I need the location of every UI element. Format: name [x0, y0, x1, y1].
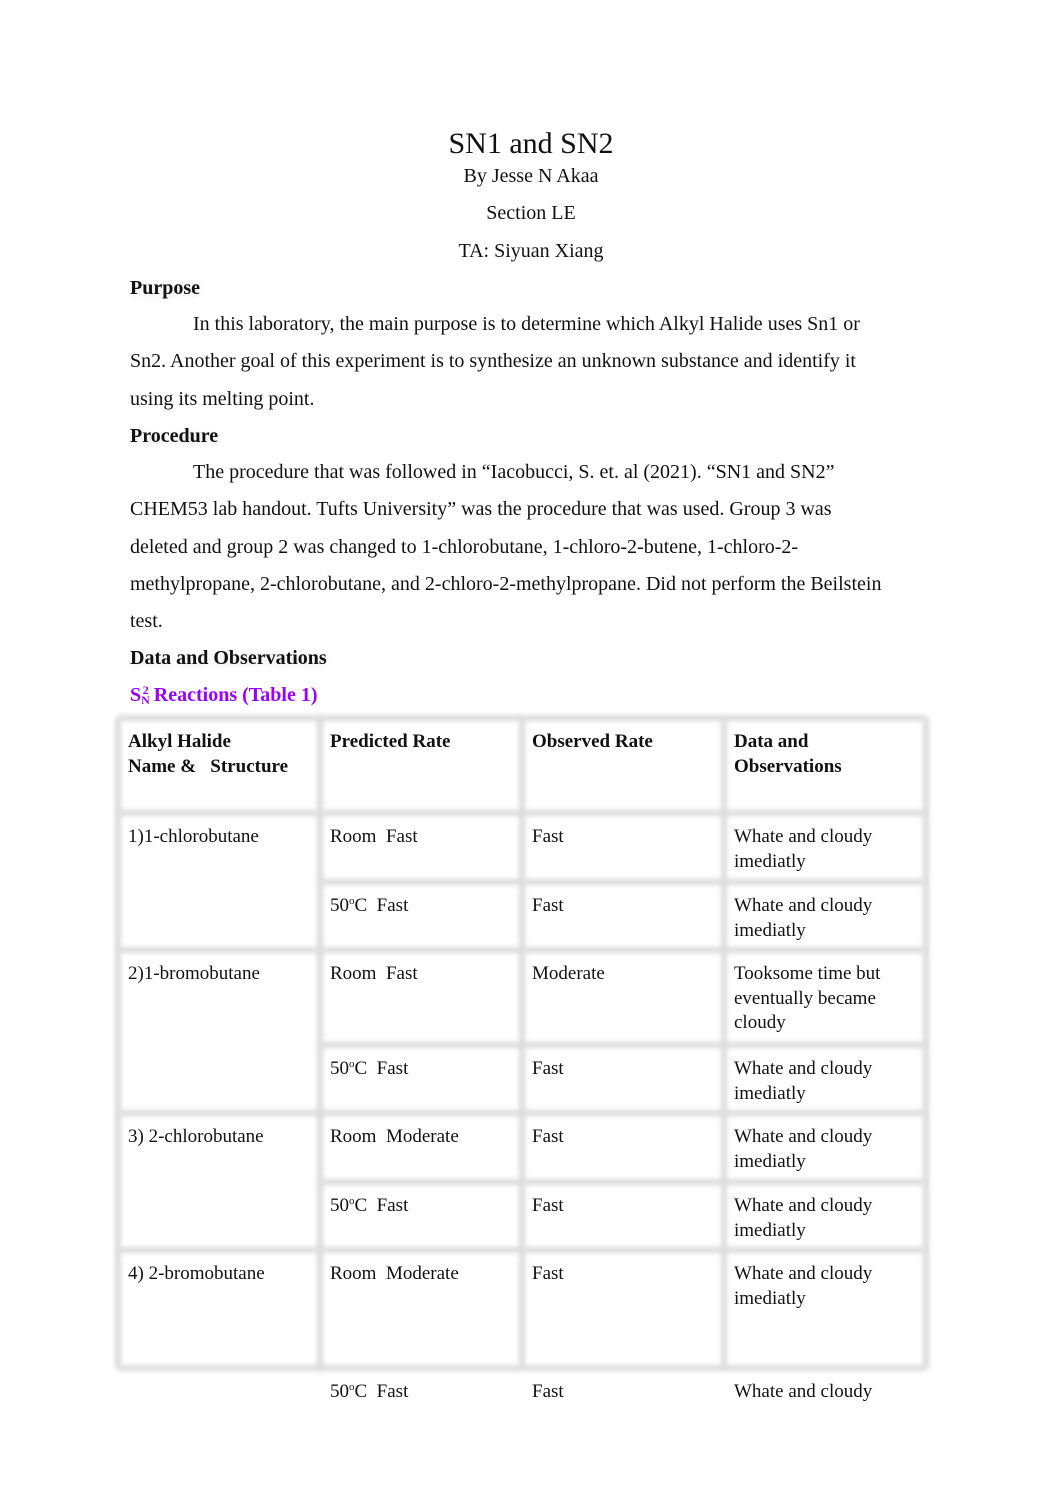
- document-title: SN1 and SN2: [448, 127, 614, 160]
- observed-rate-cell: Fast: [532, 1263, 564, 1284]
- halide-name-cell: 2)1-bromobutane: [128, 963, 260, 984]
- observed-rate-cell: Fast: [532, 895, 564, 916]
- table-horizontal-border: [118, 1365, 926, 1371]
- predicted-rate-cell: 50oC Fast: [330, 1058, 409, 1079]
- halide-name-cell: 4) 2-bromobutane: [128, 1263, 265, 1284]
- observed-rate-cell: Moderate: [532, 963, 605, 984]
- table-horizontal-border: [320, 1179, 926, 1185]
- observed-rate-cell: Fast: [532, 1126, 564, 1147]
- data-observations-heading: Data and Observations: [130, 647, 327, 669]
- procedure-line: methylpropane, 2-chlorobutane, and 2-chl…: [130, 572, 882, 595]
- observations-cell: Whate and cloudy: [734, 1381, 873, 1402]
- purpose-line: Sn2. Another goal of this experiment is …: [130, 350, 856, 373]
- procedure-line: test.: [130, 610, 163, 633]
- predicted-rate-cell: Room Moderate: [330, 1126, 459, 1147]
- procedure-heading: Procedure: [130, 425, 219, 447]
- procedure-line: The procedure that was followed in “Iaco…: [193, 461, 835, 483]
- procedure-line: deleted and group 2 was changed to 1-chl…: [130, 535, 799, 558]
- section-line: Section LE: [486, 202, 576, 224]
- purpose-heading: Purpose: [130, 277, 200, 299]
- predicted-rate-cell: 50oC Fast: [330, 1381, 409, 1402]
- observations-cell: Whate and cloudy imediatly: [734, 895, 873, 941]
- purpose-paragraph: In this laboratory, the main purpose is …: [130, 306, 940, 418]
- table-header-cell: Observed Rate: [532, 731, 653, 752]
- table-horizontal-border: [118, 810, 926, 816]
- table-title-prefix: S: [130, 684, 142, 706]
- table-header-cell: Data and Observations: [734, 731, 842, 777]
- table-title: SN2 Reactions (Table 1): [130, 683, 318, 707]
- observations-cell: Whate and cloudy imediatly: [734, 1126, 873, 1172]
- predicted-rate-cell: 50oC Fast: [330, 895, 409, 916]
- observations-cell: Tooksome time but eventually became cloudy: [734, 963, 881, 1033]
- purpose-line: using its melting point.: [130, 387, 315, 410]
- ta-line: TA: Siyuan Xiang: [458, 240, 604, 262]
- observations-cell: Whate and cloudy imediatly: [734, 1058, 873, 1104]
- table-horizontal-border: [118, 947, 926, 953]
- predicted-rate-cell: Room Moderate: [330, 1263, 459, 1284]
- table-horizontal-border: [118, 1247, 926, 1253]
- procedure-line: CHEM53 lab handout. Tufts University” wa…: [130, 498, 832, 521]
- observations-cell: Whate and cloudy imediatly: [734, 1263, 873, 1309]
- table-title-text: Reactions (Table 1): [148, 684, 318, 706]
- table-horizontal-border: [118, 1110, 926, 1116]
- table-header-cell: Predicted Rate: [330, 731, 451, 752]
- procedure-paragraph: The procedure that was followed in “Iaco…: [130, 454, 940, 640]
- table-header-cell: Alkyl Halide Name & Structure: [128, 731, 289, 777]
- observed-rate-cell: Fast: [532, 1381, 564, 1402]
- observed-rate-cell: Fast: [532, 826, 564, 847]
- author-line: By Jesse N Akaa: [463, 165, 599, 187]
- observed-rate-cell: Fast: [532, 1195, 564, 1216]
- table-horizontal-border: [320, 1042, 926, 1048]
- predicted-rate-cell: Room Fast: [330, 963, 418, 984]
- table-horizontal-border: [118, 715, 926, 721]
- observations-cell: Whate and cloudy imediatly: [734, 826, 873, 872]
- halide-name-cell: 1)1-chlorobutane: [128, 826, 259, 847]
- table-horizontal-border: [320, 879, 926, 885]
- predicted-rate-cell: 50oC Fast: [330, 1195, 409, 1216]
- predicted-rate-cell: Room Fast: [330, 826, 418, 847]
- purpose-line: In this laboratory, the main purpose is …: [193, 313, 860, 335]
- halide-name-cell: 3) 2-chlorobutane: [128, 1126, 264, 1147]
- observations-cell: Whate and cloudy imediatly: [734, 1195, 873, 1241]
- observed-rate-cell: Fast: [532, 1058, 564, 1079]
- reactions-table: Alkyl Halide Name & Structure Predicted Ra…: [115, 715, 929, 1402]
